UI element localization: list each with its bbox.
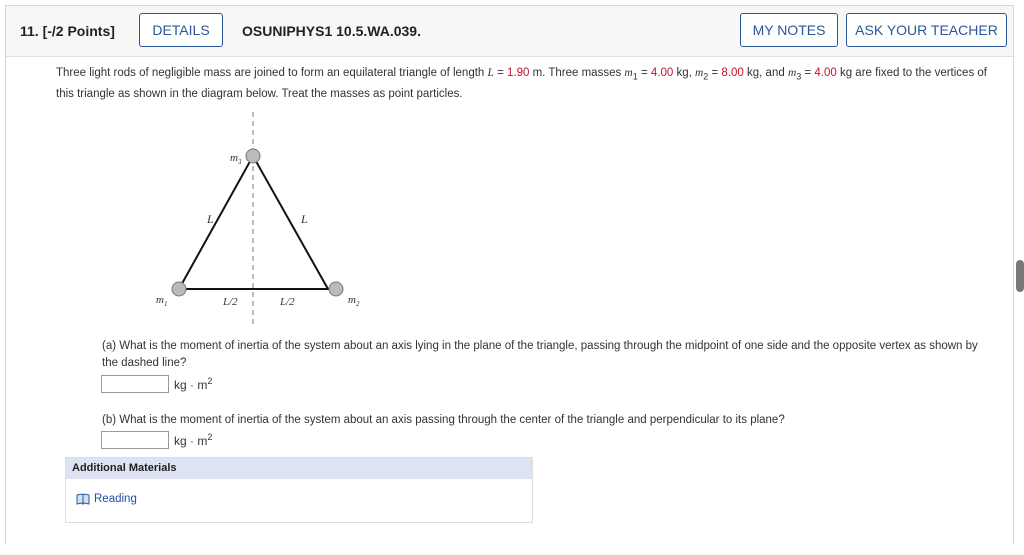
half-length-left-label: L/2 [222, 296, 238, 308]
part-b-unit: kg · m2 [174, 432, 213, 448]
triangle-diagram: m3 m1 m2 L L L/2 L/2 [156, 112, 360, 328]
question-number: 11. [-/2 Points] [20, 23, 115, 39]
mass1-sphere [171, 281, 187, 297]
part-a-unit: kg · m2 [174, 376, 213, 392]
additional-materials-title: Additional Materials [66, 458, 532, 479]
mass-symbol: m [787, 67, 797, 79]
problem-text: kg, and [743, 67, 788, 79]
equals-sign: = [637, 67, 651, 79]
question-id: OSUNIPHYS1 10.5.WA.039. [242, 23, 421, 39]
m2-label: m2 [348, 294, 360, 308]
mass2-sphere [328, 281, 344, 297]
mass3-sphere [245, 148, 261, 164]
equals-sign: = [493, 67, 508, 79]
equals-sign: = [801, 67, 815, 79]
my-notes-button[interactable]: MY NOTES [740, 13, 838, 47]
half-length-right-label: L/2 [279, 296, 295, 308]
scrollbar-thumb[interactable] [1016, 260, 1024, 292]
mass1-value: 4.00 [650, 67, 674, 79]
m1-label: m1 [156, 294, 167, 308]
problem-statement: Three light rods of negligible mass are … [56, 64, 1001, 103]
book-icon [76, 493, 90, 505]
m3-label: m3 [230, 152, 242, 166]
question-card: 11. [-/2 Points] DETAILS OSUNIPHYS1 10.5… [5, 5, 1014, 544]
problem-text: Three light rods of negligible mass are … [56, 67, 488, 79]
mass-symbol: m [624, 67, 633, 79]
part-b-question: (b) What is the moment of inertia of the… [102, 414, 785, 426]
additional-materials-panel: Additional Materials Reading [65, 457, 533, 523]
part-a-question: (a) What is the moment of inertia of the… [102, 340, 978, 369]
mass2-value: 8.00 [721, 67, 744, 79]
equals-sign: = [708, 67, 722, 79]
question-header: 11. [-/2 Points] DETAILS OSUNIPHYS1 10.5… [6, 6, 1013, 57]
reading-label: Reading [94, 493, 137, 505]
length-value: 1.90 [507, 67, 530, 79]
problem-text: kg, [673, 67, 695, 79]
part-b-answer-input[interactable] [101, 431, 169, 449]
details-button[interactable]: DETAILS [139, 13, 223, 47]
reading-link[interactable]: Reading [76, 493, 137, 505]
mass3-value: 4.00 [814, 67, 837, 79]
side-length-right-label: L [300, 212, 308, 226]
ask-teacher-button[interactable]: ASK YOUR TEACHER [846, 13, 1007, 47]
side-length-left-label: L [206, 212, 214, 226]
part-a-answer-input[interactable] [101, 375, 169, 393]
problem-text: m. Three masses [529, 67, 625, 79]
